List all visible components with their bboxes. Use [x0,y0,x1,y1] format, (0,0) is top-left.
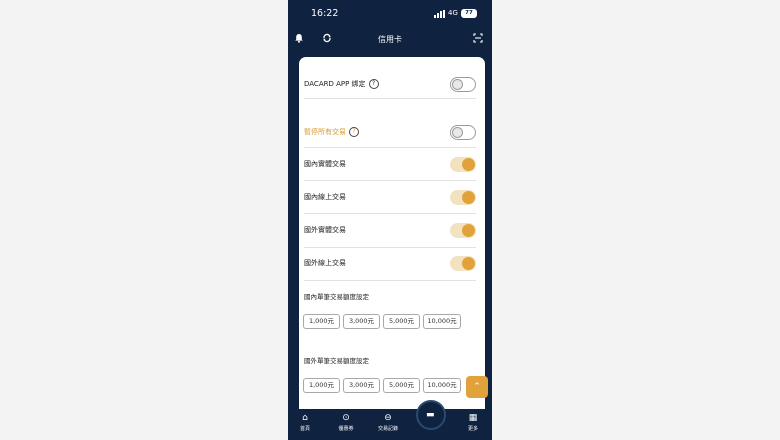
domestic-online-toggle[interactable] [450,190,476,205]
pause-all-label: 暫停所有交易 [304,128,346,136]
battery-icon: 77 [461,9,477,18]
help-icon[interactable]: ? [368,79,379,89]
foreign-online-row: 國外線上交易 [304,256,476,272]
domestic-physical-label: 國內實體交易 [304,160,346,168]
search-records-icon: ⊖ [384,413,392,423]
status-time: 16:22 [311,8,339,19]
foreign-limit-option[interactable]: 10,000元 [423,378,461,393]
domestic-limit-title: 國內單筆交易額度設定 [304,293,369,301]
settings-card: DACARD APP 綁定? 暫停所有交易? 國內實體交易 國內線上交易 國外實… [299,57,485,417]
bottom-tab-bar: ⌂ 首頁 ⊙ 優惠券 ⊖ 交易記錄 ▦ 更多 [288,409,492,440]
network-label: 4G [448,9,458,17]
status-bar: 16:22 4G 77 [288,0,492,26]
tab-home[interactable]: ⌂ 首頁 [290,409,320,432]
coin-icon: ⊙ [342,413,350,423]
domestic-physical-row: 國內實體交易 [304,157,476,173]
dacard-toggle[interactable] [450,77,476,92]
divider [304,98,476,99]
foreign-physical-label: 國外實體交易 [304,226,346,234]
toggle-knob [462,224,475,237]
foreign-limit-option[interactable]: 1,000元 [303,378,340,393]
divider [304,180,476,181]
foreign-online-toggle[interactable] [450,256,476,271]
tab-records[interactable]: ⊖ 交易記錄 [373,409,403,432]
domestic-online-row: 國內線上交易 [304,190,476,206]
dacard-label: DACARD APP 綁定 [304,80,366,88]
foreign-online-label: 國外線上交易 [304,259,346,267]
domestic-limit-option[interactable]: 10,000元 [423,314,461,329]
toggle-knob [462,191,475,204]
divider [304,147,476,148]
tab-home-label: 首頁 [299,426,310,432]
domestic-limit-option[interactable]: 1,000元 [303,314,340,329]
page-title: 信用卡 [378,35,402,44]
domestic-physical-toggle[interactable] [450,157,476,172]
tab-records-label: 交易記錄 [377,426,398,432]
toggle-knob [462,257,475,270]
domestic-limit-option[interactable]: 5,000元 [383,314,420,329]
tab-coupon-label: 優惠券 [338,426,354,432]
phone-screen: 16:22 4G 77 信用卡 DACARD APP 綁定? 暫停所有交易? 國… [288,0,492,440]
foreign-limit-option[interactable]: 5,000元 [383,378,420,393]
scroll-to-top-button[interactable]: ⌃ [466,376,488,398]
foreign-limit-title: 國外單筆交易額度設定 [304,357,369,365]
tab-coupon[interactable]: ⊙ 優惠券 [331,409,361,432]
divider [304,280,476,281]
chevron-up-icon: ⌃ [473,382,481,392]
dacard-row: DACARD APP 綁定? [304,77,476,93]
divider [304,247,476,248]
domestic-online-label: 國內線上交易 [304,193,346,201]
foreign-physical-row: 國外實體交易 [304,223,476,239]
grid-icon: ▦ [468,413,478,423]
foreign-limit-option[interactable]: 3,000元 [343,378,380,393]
divider [304,213,476,214]
signal-icon [434,10,445,18]
card-center-button[interactable]: ▬ [416,400,446,430]
pause-all-row: 暫停所有交易? [304,125,476,141]
tab-more-label: 更多 [467,426,478,432]
toggle-knob [462,158,475,171]
foreign-physical-toggle[interactable] [450,223,476,238]
home-icon: ⌂ [302,413,308,423]
credit-card-icon: ▬ [426,410,435,420]
toggle-knob [452,79,463,90]
scan-icon[interactable] [473,33,483,46]
toggle-knob [452,127,463,138]
pause-all-toggle[interactable] [450,125,476,140]
tab-more[interactable]: ▦ 更多 [458,409,488,432]
domestic-limit-option[interactable]: 3,000元 [343,314,380,329]
help-icon[interactable]: ? [349,127,359,137]
